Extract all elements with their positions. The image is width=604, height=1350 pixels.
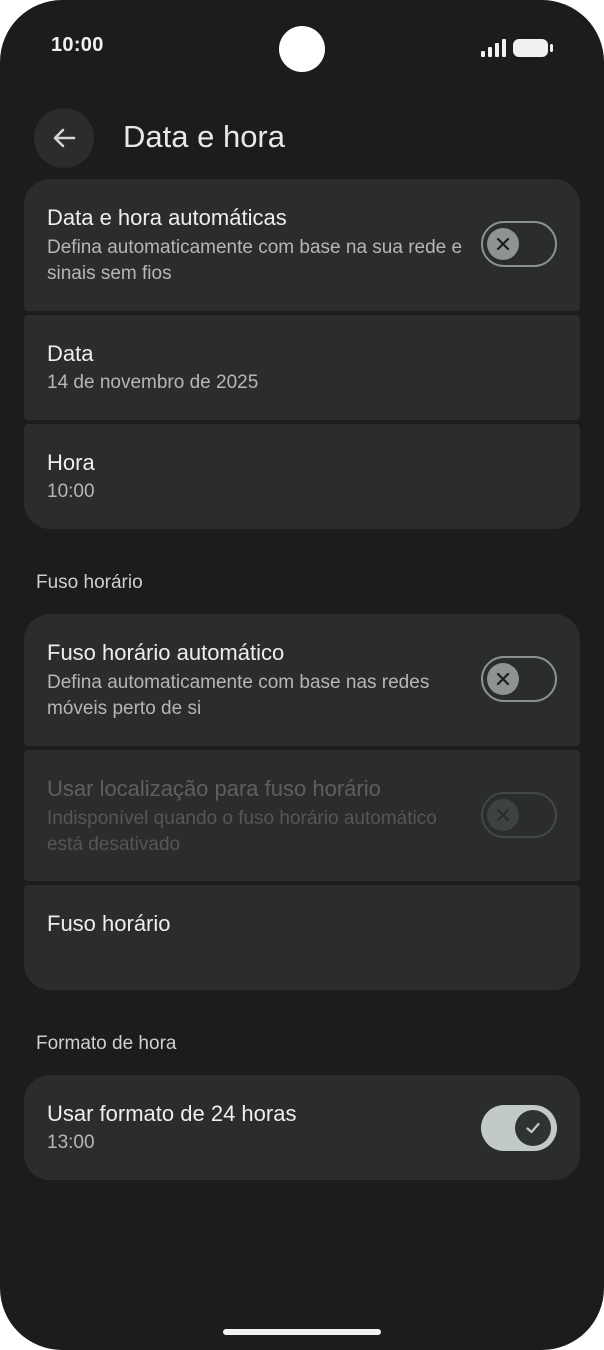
home-indicator[interactable] bbox=[223, 1329, 381, 1335]
timezone-section-header: Fuso horário bbox=[36, 572, 143, 593]
timezone-title: Fuso horário bbox=[47, 911, 171, 936]
auto-timezone-subtitle: Defina automaticamente com base nas rede… bbox=[47, 672, 430, 719]
auto-timezone-toggle[interactable] bbox=[481, 656, 557, 702]
time-value: 10:00 bbox=[47, 481, 95, 502]
use-24h-title: Usar formato de 24 horas bbox=[47, 1101, 297, 1126]
time-item[interactable]: Hora 10:00 bbox=[24, 424, 580, 529]
close-icon bbox=[496, 237, 510, 251]
close-icon bbox=[496, 808, 510, 822]
toggle-knob bbox=[487, 228, 519, 260]
status-time: 10:00 bbox=[51, 34, 104, 56]
date-value: 14 de novembro de 2025 bbox=[47, 372, 259, 393]
toggle-knob bbox=[487, 799, 519, 831]
status-bar: 10:00 bbox=[0, 0, 604, 96]
use-location-title: Usar localização para fuso horário bbox=[47, 776, 381, 801]
auto-date-time-item[interactable]: Data e hora automáticas Defina automatic… bbox=[24, 179, 580, 311]
use-location-timezone-item: Usar localização para fuso horário Indis… bbox=[24, 750, 580, 881]
signal-bars-icon bbox=[481, 39, 506, 57]
toggle-knob bbox=[515, 1110, 551, 1146]
date-item[interactable]: Data 14 de novembro de 2025 bbox=[24, 315, 580, 420]
use-location-subtitle: Indisponível quando o fuso horário autom… bbox=[47, 808, 437, 855]
auto-timezone-title: Fuso horário automático bbox=[47, 640, 285, 665]
time-format-section-header: Formato de hora bbox=[36, 1033, 177, 1054]
auto-date-time-title: Data e hora automáticas bbox=[47, 205, 287, 230]
toggle-knob bbox=[487, 663, 519, 695]
use-24h-subtitle: 13:00 bbox=[47, 1132, 95, 1153]
auto-timezone-item[interactable]: Fuso horário automático Defina automatic… bbox=[24, 614, 580, 746]
time-title: Hora bbox=[47, 450, 95, 475]
arrow-back-icon bbox=[53, 128, 76, 148]
auto-date-time-toggle[interactable] bbox=[481, 221, 557, 267]
page-title: Data e hora bbox=[123, 119, 285, 154]
battery-icon bbox=[513, 39, 553, 57]
use-24h-item[interactable]: Usar formato de 24 horas 13:00 bbox=[24, 1075, 580, 1180]
auto-date-time-subtitle: Defina automaticamente com base na sua r… bbox=[47, 237, 463, 284]
use-location-toggle bbox=[481, 792, 557, 838]
check-icon bbox=[526, 1122, 540, 1134]
timezone-item[interactable]: Fuso horário bbox=[24, 885, 580, 990]
camera-cutout bbox=[279, 26, 325, 72]
use-24h-toggle[interactable] bbox=[481, 1105, 557, 1151]
close-icon bbox=[496, 672, 510, 686]
back-button[interactable] bbox=[34, 108, 94, 168]
date-title: Data bbox=[47, 341, 94, 366]
phone-screen: 10:00 Data e hora Data e hora automática… bbox=[0, 0, 604, 1350]
